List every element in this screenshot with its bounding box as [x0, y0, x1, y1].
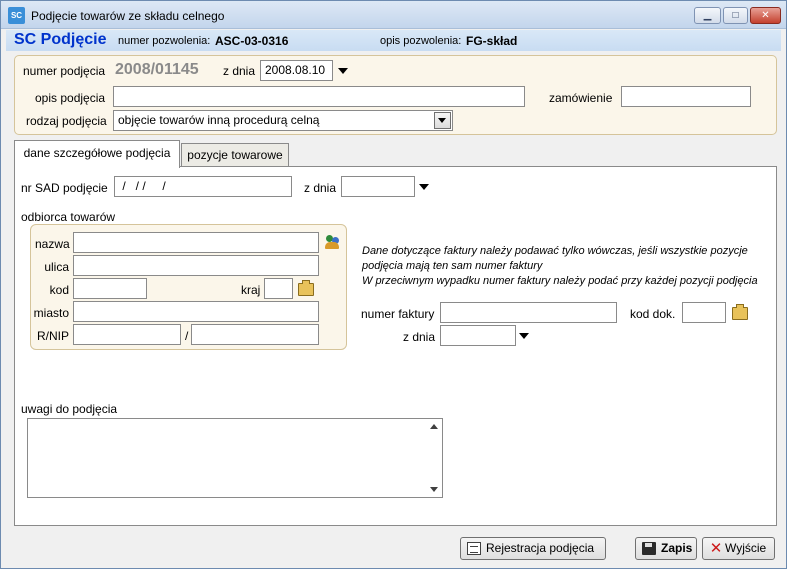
minimize-button[interactable]: ▁ [694, 7, 721, 24]
nip-label: R/NIP [36, 329, 69, 343]
invoice-info-line3: W przeciwnym wypadku numer faktury należ… [362, 275, 758, 287]
desc-label: opis podjęcia [35, 91, 106, 105]
type-select[interactable]: objęcie towarów inną procedurą celną [113, 110, 453, 131]
save-icon [642, 542, 656, 555]
invoice-number-label: numer faktury [361, 307, 435, 321]
permit-number-value: ASC-03-0316 [215, 34, 289, 48]
date-input[interactable]: 2008.08.10 [260, 60, 333, 81]
window-title: Podjęcie towarów ze składu celnego [31, 9, 225, 23]
city-label: miasto [33, 306, 69, 320]
street-input[interactable] [73, 255, 319, 276]
sad-label: nr SAD podjęcie [21, 181, 108, 195]
register-button-label: Rejestracja podjęcia [486, 541, 595, 555]
nip-input[interactable] [191, 324, 319, 345]
doc-code-input[interactable] [682, 302, 726, 323]
register-button[interactable]: Rejestracja podjęcia [460, 537, 606, 560]
regon-input[interactable] [73, 324, 181, 345]
type-select-dropdown-button[interactable] [434, 112, 451, 129]
close-icon: ✕ [761, 10, 770, 21]
page-title: SC Podjęcie [14, 31, 107, 48]
exit-button[interactable]: ✕ Wyjście [702, 537, 775, 560]
invoice-date-dropdown-icon[interactable] [519, 333, 529, 339]
desc-input[interactable] [113, 86, 525, 107]
sad-input[interactable]: / / / / [114, 176, 292, 197]
type-label: rodzaj podjęcia [26, 114, 107, 128]
scroll-down-icon[interactable] [430, 487, 438, 492]
app-icon: SC [8, 7, 25, 24]
invoice-info-line2: podjęcia mają ten sam numer faktury [362, 260, 543, 272]
type-select-value: objęcie towarów inną procedurą celną [118, 113, 320, 127]
recipient-label: odbiorca towarów [21, 210, 116, 224]
city-input[interactable] [73, 301, 319, 322]
notes-textarea[interactable] [27, 418, 443, 498]
close-button[interactable]: ✕ [750, 7, 781, 24]
permit-desc-label: opis pozwolenia: [380, 35, 462, 47]
nip-separator: / [185, 329, 189, 343]
minimize-icon: ▁ [703, 10, 712, 21]
date-dropdown-icon[interactable] [338, 68, 348, 74]
doc-code-label: kod dok. [630, 307, 676, 321]
maximize-button[interactable]: □ [723, 7, 748, 24]
country-label: kraj [241, 283, 261, 297]
invoice-info-line1: Dane dotyczące faktury należy podawać ty… [362, 245, 748, 257]
sad-date-input[interactable] [341, 176, 415, 197]
exit-button-label: Wyjście [725, 541, 767, 555]
name-label: nazwa [35, 237, 70, 251]
tab-items[interactable]: pozycje towarowe [181, 143, 289, 167]
exit-icon: ✕ [709, 540, 723, 557]
date-label: z dnia [223, 64, 256, 78]
name-input[interactable] [73, 232, 319, 253]
country-input[interactable] [264, 278, 293, 299]
sad-date-label: z dnia [304, 181, 337, 195]
save-button[interactable]: Zapis [635, 537, 697, 560]
address-book-icon[interactable] [324, 234, 340, 250]
permit-desc-value: FG-skład [466, 34, 518, 48]
recipient-panel: nazwa ulica kod kraj miasto R/NIP / [30, 224, 347, 350]
doc-code-lookup-icon[interactable] [732, 304, 748, 320]
maximize-icon: □ [732, 10, 739, 21]
code-input[interactable] [73, 278, 147, 299]
order-input[interactable] [621, 86, 751, 107]
invoice-date-label: z dnia [403, 330, 436, 344]
header-band: SC Podjęcie numer pozwolenia: ASC-03-031… [6, 30, 781, 51]
tab-content-details: nr SAD podjęcie / / / / z dnia odbiorca … [14, 166, 777, 526]
notes-label: uwagi do podjęcia [21, 402, 118, 416]
save-button-label: Zapis [661, 541, 693, 555]
number-label: numer podjęcia [23, 64, 106, 78]
sad-date-dropdown-icon[interactable] [419, 184, 429, 190]
invoice-date-input[interactable] [440, 325, 516, 346]
tab-items-label: pozycje towarowe [187, 148, 283, 162]
tab-details[interactable]: dane szczegółowe podjęcia [14, 140, 180, 168]
permit-number-label: numer pozwolenia: [118, 35, 211, 47]
top-panel: numer podjęcia 2008/01145 z dnia 2008.08… [14, 55, 777, 135]
tab-details-label: dane szczegółowe podjęcia [23, 146, 171, 160]
invoice-number-input[interactable] [440, 302, 617, 323]
order-label: zamówienie [549, 91, 613, 105]
number-value: 2008/01145 [115, 61, 199, 78]
register-icon [467, 542, 481, 555]
title-bar[interactable]: SC Podjęcie towarów ze składu celnego ▁ … [1, 1, 786, 29]
street-label: ulica [44, 260, 69, 274]
main-window: SC Podjęcie towarów ze składu celnego ▁ … [0, 0, 787, 569]
country-lookup-icon[interactable] [298, 280, 314, 296]
code-label: kod [49, 283, 69, 297]
scroll-up-icon[interactable] [430, 424, 438, 429]
